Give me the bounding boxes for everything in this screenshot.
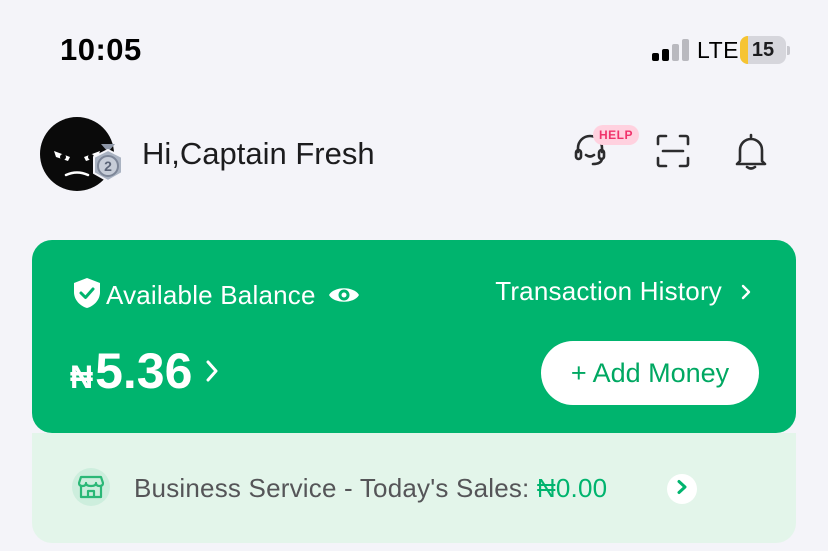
business-go-button[interactable] bbox=[667, 474, 697, 504]
status-bar: 10:05 LTE 15 bbox=[0, 0, 828, 100]
notifications-button[interactable] bbox=[726, 128, 776, 178]
status-time: 10:05 bbox=[60, 32, 142, 67]
business-sales-text: Business Service - Today's Sales: ₦0.00 bbox=[134, 473, 607, 504]
greeting: Hi,Captain Fresh bbox=[142, 136, 375, 171]
currency-symbol: ₦ bbox=[70, 359, 94, 395]
medal-level: 2 bbox=[104, 158, 112, 174]
store-icon bbox=[72, 468, 110, 506]
medal-icon: 2 bbox=[88, 144, 128, 188]
scan-icon bbox=[654, 132, 692, 175]
eye-icon[interactable] bbox=[328, 284, 360, 306]
business-service-panel[interactable]: Business Service - Today's Sales: ₦0.00 bbox=[32, 433, 796, 543]
chevron-right-icon bbox=[676, 479, 688, 500]
balance-value: 5.36 bbox=[95, 343, 193, 399]
balance-label-row: Available Balance bbox=[72, 277, 360, 310]
add-money-button[interactable]: + Add Money bbox=[541, 341, 759, 405]
scan-button[interactable] bbox=[648, 128, 698, 178]
bell-icon bbox=[732, 131, 770, 176]
transaction-history-label: Transaction History bbox=[495, 276, 722, 306]
shield-check-icon bbox=[72, 277, 102, 314]
battery-icon: 15 bbox=[740, 36, 790, 64]
network-type: LTE bbox=[697, 37, 739, 63]
balance-amount[interactable]: ₦ 5.36 bbox=[70, 342, 220, 400]
signal-icon bbox=[652, 39, 692, 61]
balance-card: Available Balance Transaction History ₦ … bbox=[32, 240, 796, 433]
business-label: Business Service - Today's Sales: bbox=[134, 473, 537, 503]
todays-sales-value: ₦0.00 bbox=[536, 473, 608, 503]
chevron-right-icon bbox=[204, 358, 220, 384]
chevron-right-icon bbox=[740, 283, 752, 301]
help-badge: HELP bbox=[593, 125, 640, 145]
balance-label: Available Balance bbox=[106, 279, 316, 310]
transaction-history-link[interactable]: Transaction History bbox=[495, 276, 752, 307]
battery-level: 15 bbox=[751, 39, 775, 61]
